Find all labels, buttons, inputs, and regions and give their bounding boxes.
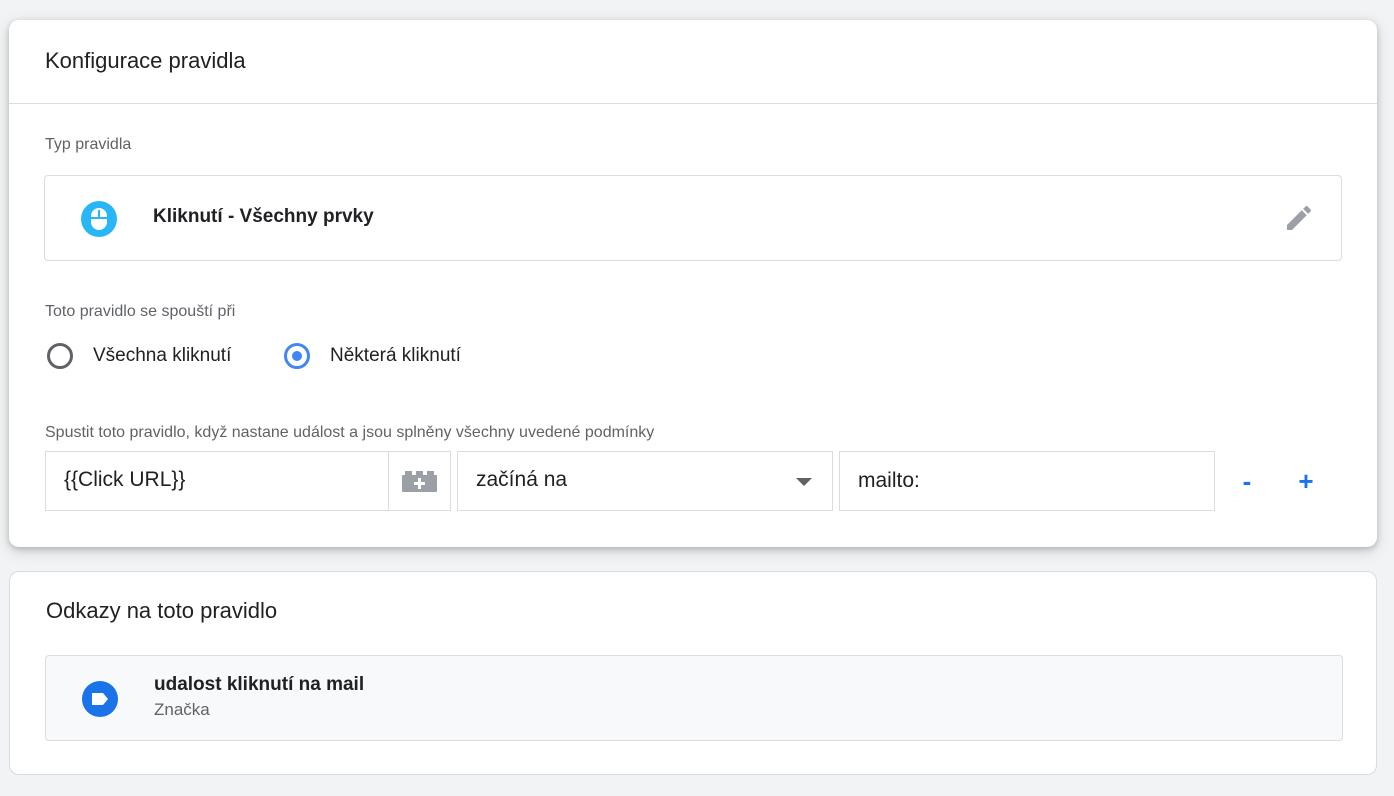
condition-value-input[interactable] [840, 452, 1214, 510]
add-condition-button[interactable]: + [1288, 463, 1324, 499]
radio-all-clicks[interactable]: Všechna kliknutí [45, 342, 255, 374]
chevron-down-icon [796, 478, 812, 486]
trigger-type-name: Kliknutí - Všechny prvky [153, 206, 374, 227]
operator-dropdown[interactable]: začíná na [457, 451, 833, 511]
mouse-icon [81, 201, 117, 237]
condition-label: Spustit toto pravidlo, když nastane udál… [45, 424, 655, 441]
tag-icon [82, 681, 118, 717]
remove-condition-button[interactable]: - [1229, 463, 1265, 499]
lego-brick-add-icon [402, 471, 437, 492]
operator-value: začíná na [476, 468, 568, 491]
pencil-icon[interactable] [1283, 202, 1315, 234]
card-title: Konfigurace pravidla [45, 48, 246, 73]
condition-value-field[interactable] [839, 451, 1215, 511]
radio-unchecked-icon [47, 343, 73, 369]
references-card: Odkazy na toto pravidlo udalost kliknutí… [9, 571, 1377, 775]
radio-label: Některá kliknutí [330, 345, 461, 366]
card-title: Odkazy na toto pravidlo [46, 598, 278, 623]
variable-picker-button[interactable] [388, 452, 450, 510]
trigger-type-selector[interactable]: Kliknutí - Všechny prvky [44, 175, 1342, 261]
variable-field[interactable]: {{Click URL}} [45, 451, 451, 511]
trigger-configuration-card: Konfigurace pravidla Typ pravidla Kliknu… [9, 20, 1377, 547]
radio-some-clicks[interactable]: Některá kliknutí [282, 342, 492, 374]
reference-type: Značka [154, 700, 210, 719]
trigger-type-label: Typ pravidla [45, 136, 132, 153]
radio-checked-icon [284, 343, 310, 369]
reference-name: udalost kliknutí na mail [154, 674, 365, 695]
fires-on-label: Toto pravidlo se spouští při [45, 303, 236, 320]
reference-item[interactable]: udalost kliknutí na mail Značka [45, 655, 1343, 741]
radio-label: Všechna kliknutí [93, 345, 232, 366]
variable-value: {{Click URL}} [64, 468, 186, 491]
divider [9, 103, 1377, 104]
